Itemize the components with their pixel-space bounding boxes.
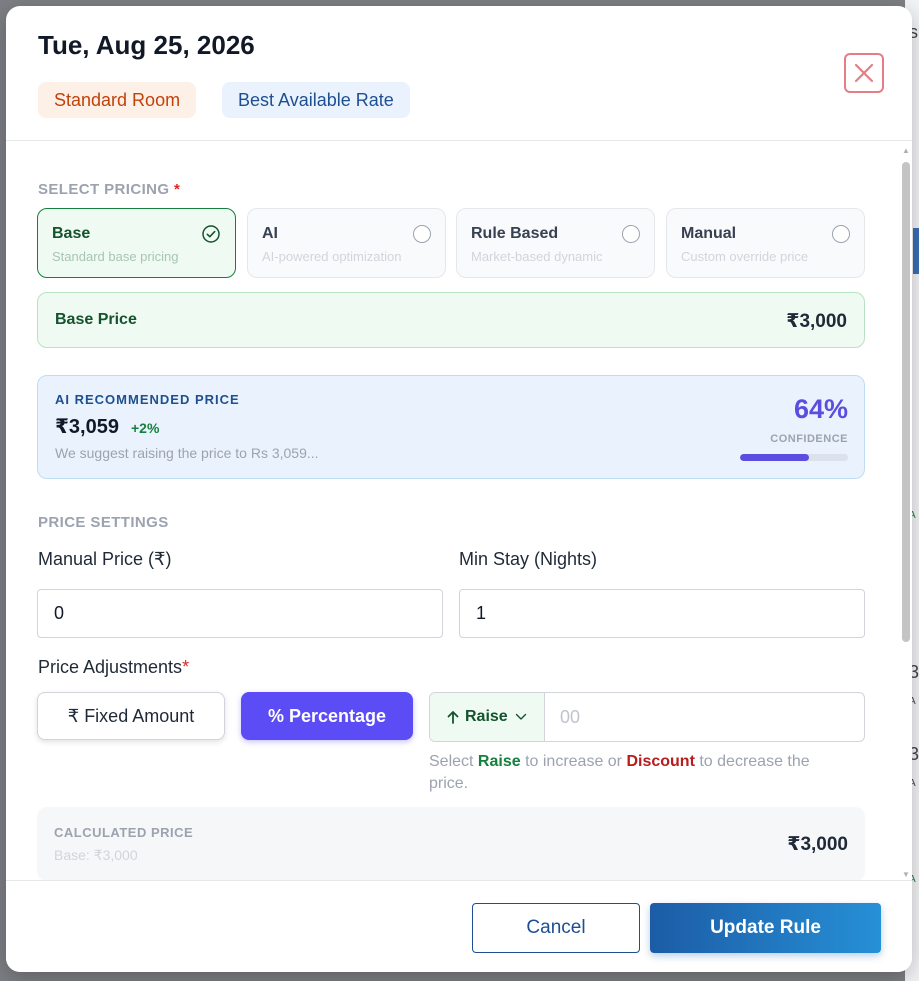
confidence-bar-fill <box>740 454 810 461</box>
arrow-up-icon <box>447 711 459 724</box>
price-settings-label: PRICE SETTINGS <box>38 514 169 531</box>
confidence-value: 64% <box>793 394 848 424</box>
calculated-price-value: ₹3,000 <box>787 834 848 855</box>
adjustment-hint: Select Raise to increase or Discount to … <box>429 751 849 795</box>
close-button[interactable] <box>844 53 884 93</box>
ai-recommendation-message: We suggest raising the price to Rs 3,059… <box>55 445 319 461</box>
manual-price-label: Manual Price (₹) <box>38 549 172 569</box>
modal-body: SELECT PRICING * Base Standard base pric… <box>6 142 912 880</box>
select-pricing-text: SELECT PRICING <box>38 181 170 198</box>
modal-scrollbar[interactable]: ▲ ▼ <box>900 144 912 880</box>
modal-date-title: Tue, Aug 25, 2026 <box>38 30 255 60</box>
rate-plan-badge: Best Available Rate <box>222 82 410 118</box>
min-stay-input[interactable]: 1 <box>459 589 865 638</box>
room-type-badge: Standard Room <box>38 82 197 118</box>
option-subtitle: Custom override price <box>681 249 809 264</box>
hint-discount-word: Discount <box>626 753 695 770</box>
price-adjustments-label: Price Adjustments* <box>38 657 189 678</box>
check-circle-icon <box>202 225 220 243</box>
adjustment-input-group: Raise 00 <box>429 692 865 742</box>
raise-discount-select[interactable]: Raise <box>430 693 545 741</box>
ai-recommendation-box: AI RECOMMENDED PRICE ₹3,059 +2% We sugge… <box>37 375 865 479</box>
pricing-option-ai[interactable]: AI AI-powered optimization <box>247 208 446 278</box>
select-pricing-label: SELECT PRICING * <box>38 181 180 198</box>
hint-raise-word: Raise <box>477 753 521 770</box>
option-subtitle: Market-based dynamic <box>471 249 603 264</box>
confidence-label: CONFIDENCE <box>770 433 848 445</box>
pricing-option-base[interactable]: Base Standard base pricing <box>37 208 236 278</box>
background-bar <box>913 228 919 274</box>
scrollbar-thumb[interactable] <box>902 162 910 642</box>
option-title: Base <box>52 225 91 242</box>
ai-price-change: +2% <box>131 420 160 436</box>
ai-recommendation-title: AI RECOMMENDED PRICE <box>55 392 240 407</box>
update-rule-button[interactable]: Update Rule <box>650 903 881 953</box>
option-title: AI <box>262 225 278 242</box>
option-subtitle: Standard base pricing <box>52 249 179 264</box>
hint-text: Select <box>429 753 478 770</box>
option-subtitle: AI-powered optimization <box>262 249 402 264</box>
pricing-modal: Tue, Aug 25, 2026 Standard Room Best Ava… <box>6 6 912 972</box>
radio-icon <box>622 225 640 243</box>
scroll-down-arrow-icon[interactable]: ▼ <box>902 870 910 879</box>
hint-text: to increase or <box>520 753 627 770</box>
modal-footer: Cancel Update Rule <box>6 880 912 972</box>
confidence-bar <box>740 454 848 461</box>
required-mark: * <box>174 181 181 198</box>
pricing-option-rule-based[interactable]: Rule Based Market-based dynamic <box>456 208 655 278</box>
calculated-price-box: CALCULATED PRICE Base: ₹3,000 ₹3,000 <box>37 807 865 880</box>
scroll-up-arrow-icon[interactable]: ▲ <box>902 146 910 155</box>
fixed-amount-button[interactable]: ₹ Fixed Amount <box>37 692 225 740</box>
required-mark: * <box>182 657 190 677</box>
price-adjustments-text: Price Adjustments <box>38 657 183 677</box>
base-price-label: Base Price <box>55 311 137 328</box>
ai-recommended-price: ₹3,059 <box>55 416 119 438</box>
cancel-button[interactable]: Cancel <box>472 903 640 953</box>
raise-label: Raise <box>465 708 508 725</box>
option-title: Manual <box>681 225 737 242</box>
calculated-price-title: CALCULATED PRICE <box>54 825 194 840</box>
modal-header: Tue, Aug 25, 2026 Standard Room Best Ava… <box>6 6 912 141</box>
manual-price-input[interactable]: 0 <box>37 589 443 638</box>
radio-icon <box>832 225 850 243</box>
calculated-base-note: Base: ₹3,000 <box>54 847 138 863</box>
percentage-button[interactable]: % Percentage <box>241 692 413 740</box>
option-title: Rule Based <box>471 225 559 242</box>
adjustment-amount-input[interactable]: 00 <box>560 693 580 741</box>
radio-icon <box>413 225 431 243</box>
min-stay-label: Min Stay (Nights) <box>459 549 598 569</box>
close-x-icon <box>854 63 874 83</box>
chevron-down-icon <box>515 713 527 720</box>
base-price-box: Base Price ₹3,000 <box>37 292 865 348</box>
base-price-value: ₹3,000 <box>786 311 847 332</box>
pricing-option-manual[interactable]: Manual Custom override price <box>666 208 865 278</box>
